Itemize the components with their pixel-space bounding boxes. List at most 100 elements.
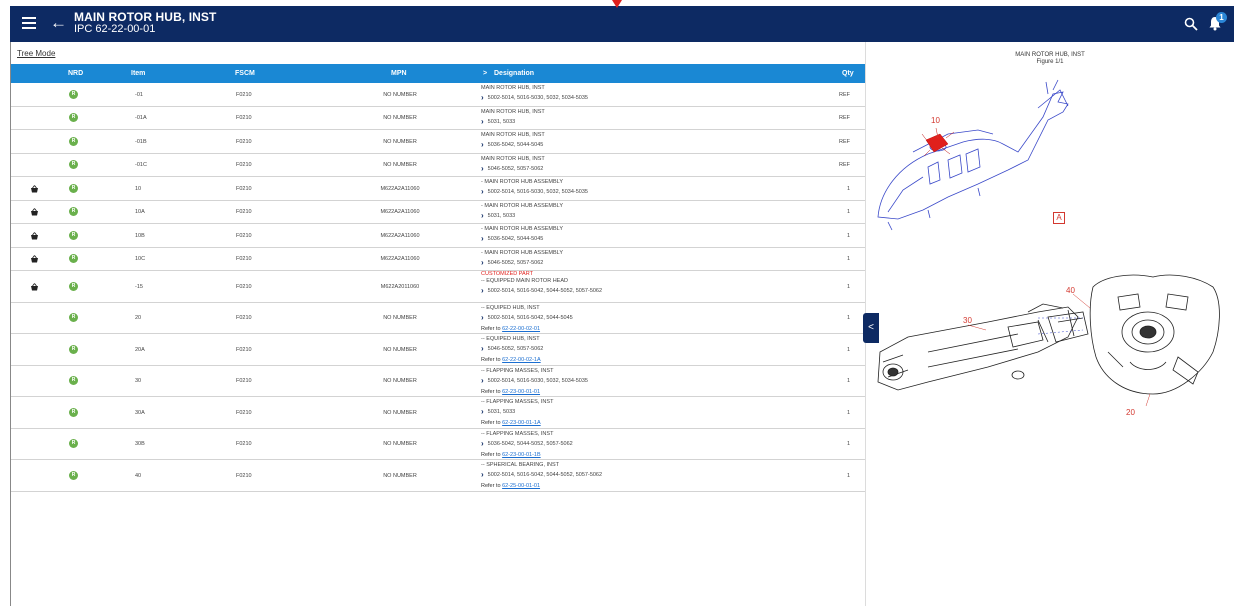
table-row[interactable]: R 20 F0210 NO NUMBER -- EQUIPED HUB, INS… <box>11 303 865 334</box>
parts-table: NRD Item FSCM MPN > Designation Qty R -0… <box>11 64 865 492</box>
table-row[interactable]: R 10C F0210 M622A2A11060 - MAIN ROTOR HU… <box>11 248 865 271</box>
refer-label: Refer to <box>481 483 501 489</box>
hub-assembly-drawing <box>877 274 1220 395</box>
serial-range[interactable]: › 5036-5042, 5044-5045 <box>481 234 821 244</box>
column-header-item[interactable]: Item <box>131 70 145 77</box>
designation-title: - MAIN ROTOR HUB ASSEMBLY <box>481 179 564 185</box>
basket-icon[interactable] <box>30 255 39 263</box>
callout-20: 20 <box>1126 408 1135 417</box>
basket-icon[interactable] <box>30 282 39 291</box>
refer-link[interactable]: 62-22-00-02-1A <box>502 357 541 363</box>
designation-title: -- SPHERICAL BEARING, INST <box>481 462 560 468</box>
serial-range[interactable]: › 5036-5042, 5044-5052, 5057-5062 <box>481 439 821 449</box>
column-header-fscm[interactable]: FSCM <box>235 70 255 77</box>
figure-number: Figure 1/1 <box>1036 59 1064 65</box>
leader-lines <box>967 293 1151 407</box>
fscm-cell: F0210 <box>236 256 252 263</box>
nrd-badge: R <box>69 207 78 217</box>
qty-cell: 1 <box>846 378 850 385</box>
mpn-cell: M622A2011060 <box>380 283 420 290</box>
mpn-cell: NO NUMBER <box>383 441 417 448</box>
serial-range[interactable]: › 5036-5042, 5044-5045 <box>481 140 821 150</box>
serial-range[interactable]: › 5031, 5033 <box>481 117 821 127</box>
serial-range[interactable]: › 5002-5014, 5016-5042, 5044-5052, 5057-5… <box>481 470 821 480</box>
serial-range[interactable]: › 5002-5014, 5016-5030, 5032, 5034-5035 <box>481 376 821 386</box>
basket-icon[interactable] <box>30 231 39 240</box>
menu-icon[interactable] <box>22 17 36 29</box>
serial-range[interactable]: › 5002-5014, 5016-5030, 5032, 5034-5035 <box>481 93 821 103</box>
qty-cell: 1 <box>846 256 850 263</box>
chevron-right-icon[interactable]: > <box>483 70 487 77</box>
designation-cell: -- EQUIPED HUB, INST › 5002-5014, 5016-50… <box>481 305 821 333</box>
table-row[interactable]: R 40 F0210 NO NUMBER -- SPHERICAL BEARIN… <box>11 460 865 492</box>
basket-icon[interactable] <box>30 208 39 216</box>
table-row[interactable]: R -15 F0210 M622A2011060 CUSTOMIZED PART… <box>11 271 865 303</box>
fscm-cell: F0210 <box>236 209 252 216</box>
chevron-right-icon: › <box>481 140 484 149</box>
mpn-cell: M622A2A11060 <box>380 256 420 263</box>
column-header-designation[interactable]: Designation <box>494 70 534 77</box>
table-row[interactable]: R -01 F0210 NO NUMBER MAIN ROTOR HUB, IN… <box>11 83 865 107</box>
mpn-cell: NO NUMBER <box>383 378 417 385</box>
table-row[interactable]: R 30B F0210 NO NUMBER -- FLAPPING MASSES… <box>11 429 865 460</box>
serial-range[interactable]: › 5002-5014, 5016-5042, 5044-5052, 5057-5… <box>481 286 821 296</box>
designation-title: MAIN ROTOR HUB, INST <box>481 108 545 115</box>
mpn-cell: NO NUMBER <box>383 409 417 416</box>
refer-link[interactable]: 62-25-00-01-01 <box>502 483 540 489</box>
fscm-cell: F0210 <box>236 232 252 239</box>
tree-mode-link[interactable]: Tree Mode <box>17 49 55 58</box>
column-header-mpn[interactable]: MPN <box>391 70 407 77</box>
table-row[interactable]: R 10A F0210 M622A2A11060 - MAIN ROTOR HU… <box>11 201 865 224</box>
search-icon[interactable] <box>1184 17 1198 31</box>
view-label-a: A <box>1053 212 1065 224</box>
refer-label: Refer to <box>481 357 501 363</box>
refer-link[interactable]: 62-23-00-01-1A <box>502 420 541 426</box>
refer-link[interactable]: 62-23-00-01-1B <box>502 452 541 458</box>
nrd-badge: R <box>69 254 78 264</box>
qty-cell: REF <box>839 115 850 122</box>
designation-cell: -- EQUIPED HUB, INST › 5046-5052, 5057-50… <box>481 336 821 364</box>
app-bar: ← MAIN ROTOR HUB, INST IPC 62-22-00-01 1 <box>10 6 1234 42</box>
chevron-right-icon: › <box>481 187 484 196</box>
table-row[interactable]: R 30A F0210 NO NUMBER -- FLAPPING MASSES… <box>11 397 865 429</box>
chevron-right-icon: › <box>481 93 484 102</box>
refer-link[interactable]: 62-22-00-02-01 <box>502 326 540 332</box>
designation-cell: -- SPHERICAL BEARING, INST › 5002-5014, 5… <box>481 462 821 490</box>
table-row[interactable]: R -01B F0210 NO NUMBER MAIN ROTOR HUB, I… <box>11 130 865 154</box>
designation-cell: - MAIN ROTOR HUB ASSEMBLY › 5036-5042, 50… <box>481 226 821 244</box>
table-row[interactable]: R -01C F0210 NO NUMBER MAIN ROTOR HUB, I… <box>11 154 865 177</box>
mpn-cell: NO NUMBER <box>383 315 417 322</box>
serial-range-text: 5046-5052, 5057-5062 <box>487 259 544 266</box>
table-row[interactable]: R -01A F0210 NO NUMBER MAIN ROTOR HUB, I… <box>11 107 865 130</box>
designation-cell: -- FLAPPING MASSES, INST › 5002-5014, 501… <box>481 368 821 396</box>
column-header-qty[interactable]: Qty <box>842 70 854 77</box>
nrd-badge: R <box>69 344 78 354</box>
serial-range[interactable]: › 5046-5052, 5057-5062 <box>481 164 821 174</box>
figure-header: MAIN ROTOR HUB, INST Figure 1/1 <box>960 52 1140 66</box>
table-row[interactable]: R 20A F0210 NO NUMBER -- EQUIPED HUB, IN… <box>11 334 865 366</box>
table-row[interactable]: R 10 F0210 M622A2A11060 - MAIN ROTOR HUB… <box>11 177 865 201</box>
serial-range[interactable]: › 5046-5052, 5057-5062 <box>481 344 821 354</box>
fscm-cell: F0210 <box>236 138 252 145</box>
refer-link[interactable]: 62-23-00-01-01 <box>502 389 540 395</box>
qty-cell: 1 <box>846 346 850 353</box>
fscm-cell: F0210 <box>236 162 252 169</box>
mpn-cell: NO NUMBER <box>383 138 417 145</box>
serial-range[interactable]: › 5002-5014, 5016-5042, 5044-5045 <box>481 313 821 323</box>
mpn-cell: NO NUMBER <box>383 346 417 353</box>
refer-to: Refer to 62-22-00-02-01 <box>481 325 821 333</box>
refer-label: Refer to <box>481 451 501 458</box>
serial-range[interactable]: › 5031, 5033 <box>481 407 821 417</box>
column-header-nrd[interactable]: NRD <box>68 70 83 77</box>
fscm-cell: F0210 <box>236 441 252 448</box>
designation-cell: - MAIN ROTOR HUB ASSEMBLY › 5046-5052, 50… <box>481 250 821 268</box>
table-row[interactable]: R 10B F0210 M622A2A11060 - MAIN ROTOR HU… <box>11 224 865 248</box>
mpn-cell: M622A2A11060 <box>380 232 420 239</box>
serial-range[interactable]: › 5031, 5033 <box>481 211 821 221</box>
arrow-left-icon[interactable]: ← <box>50 12 67 34</box>
customized-part-label: CUSTOMIZED PART <box>481 271 533 277</box>
basket-icon[interactable] <box>30 184 39 193</box>
serial-range[interactable]: › 5046-5052, 5057-5062 <box>481 258 821 268</box>
table-row[interactable]: R 30 F0210 NO NUMBER -- FLAPPING MASSES,… <box>11 366 865 397</box>
serial-range[interactable]: › 5002-5014, 5016-5030, 5032, 5034-5035 <box>481 187 821 197</box>
